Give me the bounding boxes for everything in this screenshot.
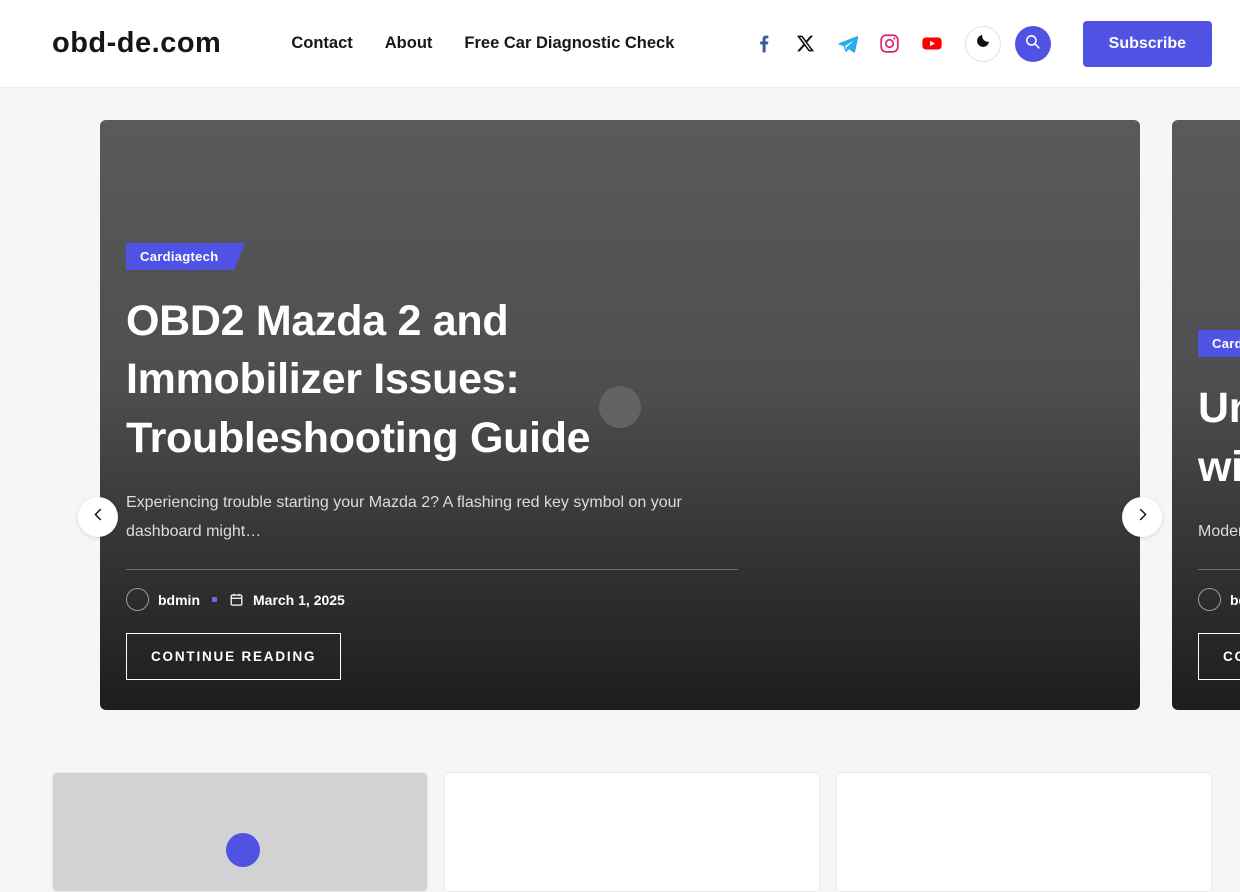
slide-excerpt: Modern vehicles are increasingly monitor… xyxy=(1198,523,1240,541)
category-badge[interactable]: Cardiagtech xyxy=(126,243,246,270)
slide-divider xyxy=(1198,569,1240,570)
subscribe-button[interactable]: Subscribe xyxy=(1082,20,1212,67)
calendar-icon xyxy=(229,592,244,607)
article-card-2[interactable] xyxy=(444,772,820,892)
site-header: obd-de.com Contact About Free Car Diagno… xyxy=(0,0,1240,88)
publish-date: March 1, 2025 xyxy=(253,591,345,608)
search-icon xyxy=(1024,33,1041,55)
slide-content: Cardiagtech OBD2 Mazda 2 and Immobilizer… xyxy=(126,243,738,680)
article-card-row xyxy=(52,772,1212,892)
facebook-icon[interactable] xyxy=(753,33,775,55)
x-twitter-icon[interactable] xyxy=(795,33,817,55)
nav-item-contact[interactable]: Contact xyxy=(291,34,352,53)
telegram-icon[interactable] xyxy=(837,33,859,55)
article-card-3[interactable] xyxy=(836,772,1212,892)
dark-mode-toggle[interactable] xyxy=(964,25,1001,62)
slide-title[interactable]: Unlocking Vehicle Security with OBD Soft… xyxy=(1198,379,1240,496)
carousel-slide[interactable]: Cardiagtech Unlocking Vehicle Security w… xyxy=(1172,120,1240,710)
nav-item-about[interactable]: About xyxy=(385,34,433,53)
site-logo[interactable]: obd-de.com xyxy=(52,27,221,60)
continue-reading-button[interactable]: CONTINUE READING xyxy=(1198,633,1240,680)
carousel-slide[interactable]: Cardiagtech OBD2 Mazda 2 and Immobilizer… xyxy=(100,120,1140,710)
loading-spinner xyxy=(226,833,260,867)
avatar xyxy=(126,588,149,611)
avatar xyxy=(1198,588,1221,611)
author-name[interactable]: bdmin xyxy=(158,592,200,608)
author-name[interactable]: bdmin xyxy=(1230,592,1240,608)
featured-carousel: Cardiagtech OBD2 Mazda 2 and Immobilizer… xyxy=(0,120,1240,710)
nav-item-free-car-diagnostic-check[interactable]: Free Car Diagnostic Check xyxy=(464,34,674,53)
search-button[interactable] xyxy=(1014,25,1051,62)
slide-title[interactable]: OBD2 Mazda 2 and Immobilizer Issues: Tro… xyxy=(126,292,738,467)
category-badge[interactable]: Cardiagtech xyxy=(1198,330,1240,358)
article-card-1[interactable] xyxy=(52,772,428,892)
card-thumbnail-placeholder xyxy=(53,773,427,891)
chevron-right-icon xyxy=(1135,507,1150,527)
slide-excerpt: Experiencing trouble starting your Mazda… xyxy=(126,494,682,541)
continue-reading-button[interactable]: CONTINUE READING xyxy=(126,633,342,680)
carousel-prev-button[interactable] xyxy=(78,497,118,537)
youtube-icon[interactable] xyxy=(921,33,943,55)
carousel-next-button[interactable] xyxy=(1122,497,1162,537)
moon-icon xyxy=(975,33,991,54)
slide-divider xyxy=(126,569,738,570)
instagram-icon[interactable] xyxy=(879,33,901,55)
chevron-left-icon xyxy=(91,507,106,527)
main-navigation: Contact About Free Car Diagnostic Check xyxy=(291,34,674,53)
social-links xyxy=(753,33,943,55)
slide-meta: bdmin March 1, 2025 xyxy=(1198,588,1240,611)
meta-separator xyxy=(212,597,217,602)
carousel-track: Cardiagtech OBD2 Mazda 2 and Immobilizer… xyxy=(100,120,1240,710)
header-actions: Subscribe xyxy=(753,20,1212,67)
slide-content: Cardiagtech Unlocking Vehicle Security w… xyxy=(1198,330,1240,680)
slide-meta: bdmin March 1, 2025 xyxy=(126,588,738,611)
